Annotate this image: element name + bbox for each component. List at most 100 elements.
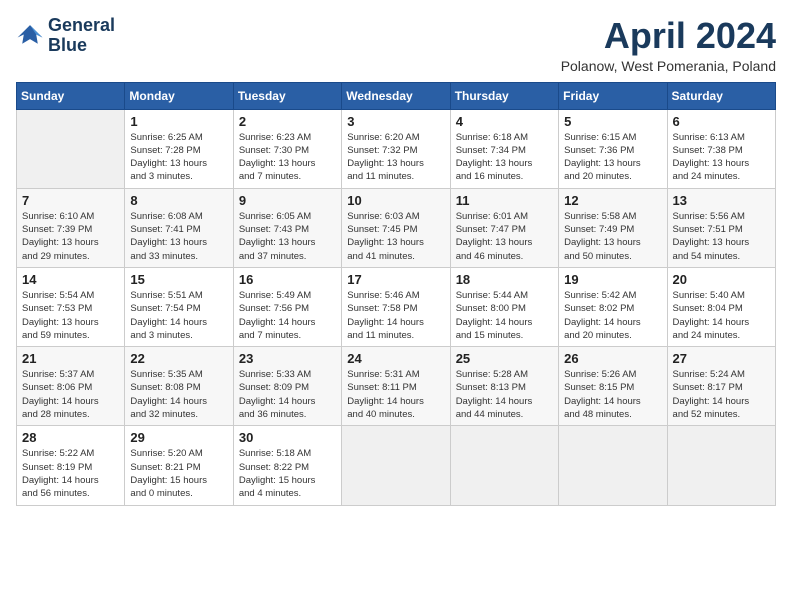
day-info: Sunrise: 6:20 AM Sunset: 7:32 PM Dayligh… (347, 131, 444, 184)
calendar-cell (342, 426, 450, 505)
day-number: 20 (673, 272, 770, 287)
day-info: Sunrise: 6:18 AM Sunset: 7:34 PM Dayligh… (456, 131, 553, 184)
calendar-cell: 14Sunrise: 5:54 AM Sunset: 7:53 PM Dayli… (17, 267, 125, 346)
day-info: Sunrise: 5:20 AM Sunset: 8:21 PM Dayligh… (130, 447, 227, 500)
day-number: 5 (564, 114, 661, 129)
page-header: General Blue April 2024 Polanow, West Po… (16, 16, 776, 74)
calendar-cell (450, 426, 558, 505)
day-number: 9 (239, 193, 336, 208)
day-info: Sunrise: 6:08 AM Sunset: 7:41 PM Dayligh… (130, 210, 227, 263)
day-number: 27 (673, 351, 770, 366)
calendar-header-row: SundayMondayTuesdayWednesdayThursdayFrid… (17, 82, 776, 109)
calendar-cell: 11 Sunrise: 6:01 AM Sunset: 7:47 PM Dayli… (450, 188, 558, 267)
day-number: 21 (22, 351, 119, 366)
calendar-cell: 24 Sunrise: 5:31 AM Sunset: 8:11 PM Dayli… (342, 347, 450, 426)
day-info: Sunrise: 5:31 AM Sunset: 8:11 PM Dayligh… (347, 368, 444, 421)
day-number: 13 (673, 193, 770, 208)
day-number: 15 (130, 272, 227, 287)
day-info: Sunrise: 5:44 AM Sunset: 8:00 PM Dayligh… (456, 289, 553, 342)
calendar-week-2: 7 Sunrise: 6:10 AM Sunset: 7:39 PM Daylig… (17, 188, 776, 267)
weekday-header-monday: Monday (125, 82, 233, 109)
day-info: Sunrise: 5:56 AM Sunset: 7:51 PM Dayligh… (673, 210, 770, 263)
day-info: Sunrise: 5:49 AM Sunset: 7:56 PM Dayligh… (239, 289, 336, 342)
calendar-cell: 1 Sunrise: 6:25 AM Sunset: 7:28 PM Daylig… (125, 109, 233, 188)
day-number: 22 (130, 351, 227, 366)
day-number: 28 (22, 430, 119, 445)
day-info: Sunrise: 6:15 AM Sunset: 7:36 PM Dayligh… (564, 131, 661, 184)
weekday-header-thursday: Thursday (450, 82, 558, 109)
calendar-cell: 23Sunrise: 5:33 AM Sunset: 8:09 PM Dayli… (233, 347, 341, 426)
calendar-cell: 15Sunrise: 5:51 AM Sunset: 7:54 PM Dayli… (125, 267, 233, 346)
day-info: Sunrise: 6:03 AM Sunset: 7:45 PM Dayligh… (347, 210, 444, 263)
calendar-cell: 4 Sunrise: 6:18 AM Sunset: 7:34 PM Daylig… (450, 109, 558, 188)
calendar-cell: 5 Sunrise: 6:15 AM Sunset: 7:36 PM Daylig… (559, 109, 667, 188)
calendar-cell: 20Sunrise: 5:40 AM Sunset: 8:04 PM Dayli… (667, 267, 775, 346)
day-number: 29 (130, 430, 227, 445)
calendar-cell: 12 Sunrise: 5:58 AM Sunset: 7:49 PM Dayli… (559, 188, 667, 267)
calendar-body: 1 Sunrise: 6:25 AM Sunset: 7:28 PM Daylig… (17, 109, 776, 505)
day-info: Sunrise: 5:42 AM Sunset: 8:02 PM Dayligh… (564, 289, 661, 342)
calendar-cell: 25 Sunrise: 5:28 AM Sunset: 8:13 PM Dayli… (450, 347, 558, 426)
calendar-cell: 13 Sunrise: 5:56 AM Sunset: 7:51 PM Dayli… (667, 188, 775, 267)
day-number: 3 (347, 114, 444, 129)
calendar-cell: 3 Sunrise: 6:20 AM Sunset: 7:32 PM Daylig… (342, 109, 450, 188)
day-number: 1 (130, 114, 227, 129)
day-number: 7 (22, 193, 119, 208)
calendar-cell: 9 Sunrise: 6:05 AM Sunset: 7:43 PM Daylig… (233, 188, 341, 267)
calendar-cell: 29 Sunrise: 5:20 AM Sunset: 8:21 PM Dayli… (125, 426, 233, 505)
day-info: Sunrise: 5:28 AM Sunset: 8:13 PM Dayligh… (456, 368, 553, 421)
day-info: Sunrise: 5:46 AM Sunset: 7:58 PM Dayligh… (347, 289, 444, 342)
calendar-week-5: 28 Sunrise: 5:22 AM Sunset: 8:19 PM Dayli… (17, 426, 776, 505)
calendar-week-4: 21 Sunrise: 5:37 AM Sunset: 8:06 PM Dayli… (17, 347, 776, 426)
calendar-week-1: 1 Sunrise: 6:25 AM Sunset: 7:28 PM Daylig… (17, 109, 776, 188)
calendar-cell: 26Sunrise: 5:26 AM Sunset: 8:15 PM Dayli… (559, 347, 667, 426)
title-block: April 2024 Polanow, West Pomerania, Pola… (561, 16, 776, 74)
day-info: Sunrise: 6:01 AM Sunset: 7:47 PM Dayligh… (456, 210, 553, 263)
day-number: 6 (673, 114, 770, 129)
day-info: Sunrise: 6:25 AM Sunset: 7:28 PM Dayligh… (130, 131, 227, 184)
weekday-header-sunday: Sunday (17, 82, 125, 109)
calendar-cell: 6Sunrise: 6:13 AM Sunset: 7:38 PM Daylig… (667, 109, 775, 188)
day-number: 4 (456, 114, 553, 129)
day-number: 16 (239, 272, 336, 287)
weekday-header-friday: Friday (559, 82, 667, 109)
day-info: Sunrise: 6:05 AM Sunset: 7:43 PM Dayligh… (239, 210, 336, 263)
day-info: Sunrise: 5:37 AM Sunset: 8:06 PM Dayligh… (22, 368, 119, 421)
day-number: 2 (239, 114, 336, 129)
calendar-cell: 7 Sunrise: 6:10 AM Sunset: 7:39 PM Daylig… (17, 188, 125, 267)
calendar-cell: 28 Sunrise: 5:22 AM Sunset: 8:19 PM Dayli… (17, 426, 125, 505)
calendar-cell: 22 Sunrise: 5:35 AM Sunset: 8:08 PM Dayli… (125, 347, 233, 426)
day-number: 8 (130, 193, 227, 208)
day-number: 30 (239, 430, 336, 445)
day-number: 25 (456, 351, 553, 366)
calendar-cell (667, 426, 775, 505)
weekday-header-tuesday: Tuesday (233, 82, 341, 109)
weekday-header-saturday: Saturday (667, 82, 775, 109)
day-number: 26 (564, 351, 661, 366)
logo-text: General Blue (48, 16, 115, 56)
day-info: Sunrise: 6:23 AM Sunset: 7:30 PM Dayligh… (239, 131, 336, 184)
day-info: Sunrise: 5:22 AM Sunset: 8:19 PM Dayligh… (22, 447, 119, 500)
day-info: Sunrise: 5:35 AM Sunset: 8:08 PM Dayligh… (130, 368, 227, 421)
calendar-cell: 8 Sunrise: 6:08 AM Sunset: 7:41 PM Daylig… (125, 188, 233, 267)
calendar-cell: 19 Sunrise: 5:42 AM Sunset: 8:02 PM Dayli… (559, 267, 667, 346)
location: Polanow, West Pomerania, Poland (561, 58, 776, 74)
calendar-cell (17, 109, 125, 188)
day-info: Sunrise: 5:24 AM Sunset: 8:17 PM Dayligh… (673, 368, 770, 421)
calendar-cell: 30 Sunrise: 5:18 AM Sunset: 8:22 PM Dayli… (233, 426, 341, 505)
day-number: 12 (564, 193, 661, 208)
calendar-cell: 21 Sunrise: 5:37 AM Sunset: 8:06 PM Dayli… (17, 347, 125, 426)
day-number: 10 (347, 193, 444, 208)
month-title: April 2024 (561, 16, 776, 56)
calendar-cell: 16 Sunrise: 5:49 AM Sunset: 7:56 PM Dayli… (233, 267, 341, 346)
calendar-table: SundayMondayTuesdayWednesdayThursdayFrid… (16, 82, 776, 506)
day-number: 17 (347, 272, 444, 287)
day-number: 24 (347, 351, 444, 366)
day-info: Sunrise: 6:10 AM Sunset: 7:39 PM Dayligh… (22, 210, 119, 263)
day-info: Sunrise: 5:18 AM Sunset: 8:22 PM Dayligh… (239, 447, 336, 500)
day-number: 19 (564, 272, 661, 287)
calendar-week-3: 14Sunrise: 5:54 AM Sunset: 7:53 PM Dayli… (17, 267, 776, 346)
calendar-cell: 18Sunrise: 5:44 AM Sunset: 8:00 PM Dayli… (450, 267, 558, 346)
day-number: 11 (456, 193, 553, 208)
day-info: Sunrise: 5:58 AM Sunset: 7:49 PM Dayligh… (564, 210, 661, 263)
